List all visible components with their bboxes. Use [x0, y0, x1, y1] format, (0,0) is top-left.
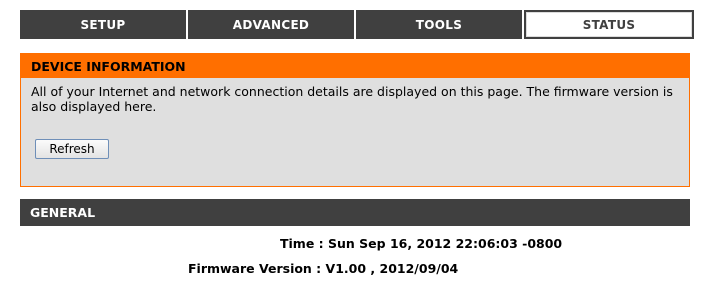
tab-tools[interactable]: TOOLS: [356, 10, 524, 39]
tab-status[interactable]: STATUS: [524, 10, 694, 39]
time-label: Time :: [280, 236, 324, 251]
main-nav-tabs: SETUP ADVANCED TOOLS STATUS: [20, 10, 694, 39]
time-value: Sun Sep 16, 2012 22:06:03 -0800: [328, 236, 563, 251]
tab-setup[interactable]: SETUP: [20, 10, 188, 39]
tab-advanced[interactable]: ADVANCED: [188, 10, 356, 39]
firmware-row: Firmware Version : V1.00 , 2012/09/04: [188, 261, 458, 276]
device-information-description: All of your Internet and network connect…: [31, 84, 673, 114]
refresh-button[interactable]: Refresh: [35, 139, 109, 159]
firmware-value: V1.00 , 2012/09/04: [325, 261, 459, 276]
general-section-title: GENERAL: [20, 199, 690, 226]
firmware-label: Firmware Version :: [188, 261, 322, 276]
time-row: Time : Sun Sep 16, 2012 22:06:03 -0800: [280, 236, 562, 251]
device-information-title: DEVICE INFORMATION: [21, 54, 689, 78]
device-information-panel: DEVICE INFORMATION All of your Internet …: [20, 53, 690, 187]
